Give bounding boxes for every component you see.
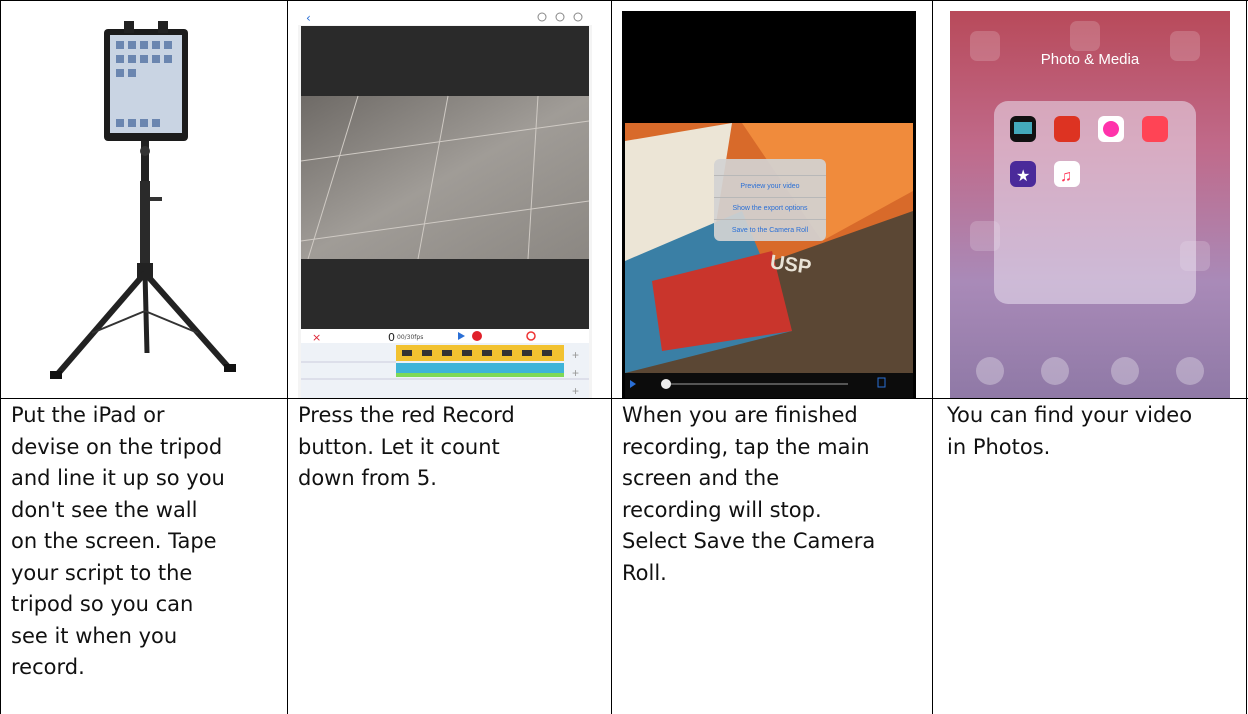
svg-text:0: 0 [388,331,395,344]
table-left-border [0,0,1,714]
back-icon: ‹ [306,11,311,25]
step1-caption: Put the iPad or devise on the tripod and… [11,403,225,679]
photos-folder-screenshot: ★ ♫ Photo & Media [950,11,1230,398]
column-divider [287,0,288,714]
svg-text:♫: ♫ [1060,168,1072,185]
step4-caption: You can find your video in Photos. [947,403,1193,459]
table-row-divider [0,398,1248,399]
column-divider [611,0,612,714]
record-button-icon [472,331,482,341]
timecode-label: 00/30fps [397,334,423,341]
svg-text:+: + [572,348,579,362]
export-menu-screenshot: USP Preview your video Show the export o… [622,11,916,398]
step3-caption: When you are finished recording, tap the… [622,403,876,585]
show-export-options-option[interactable]: Show the export options [714,198,826,220]
table-right-border [1246,0,1247,714]
svg-text:+: + [572,366,579,380]
svg-text:+: + [572,384,579,398]
column-divider [932,0,933,714]
step2-caption: Press the red Record button. Let it coun… [298,403,515,490]
svg-text:★: ★ [1016,168,1030,185]
table-top-border [0,0,1248,1]
export-menu-popover: Preview your video Show the export optio… [714,159,826,241]
tripod-image [12,11,282,398]
record-app-screenshot: ‹ × 0 00/30fps + + + [298,11,592,398]
close-icon: × [312,331,321,344]
folder-title: Photo & Media [1040,51,1140,68]
preview-video-option[interactable]: Preview your video [714,176,826,198]
save-camera-roll-option[interactable]: Save to the Camera Roll [714,220,826,241]
